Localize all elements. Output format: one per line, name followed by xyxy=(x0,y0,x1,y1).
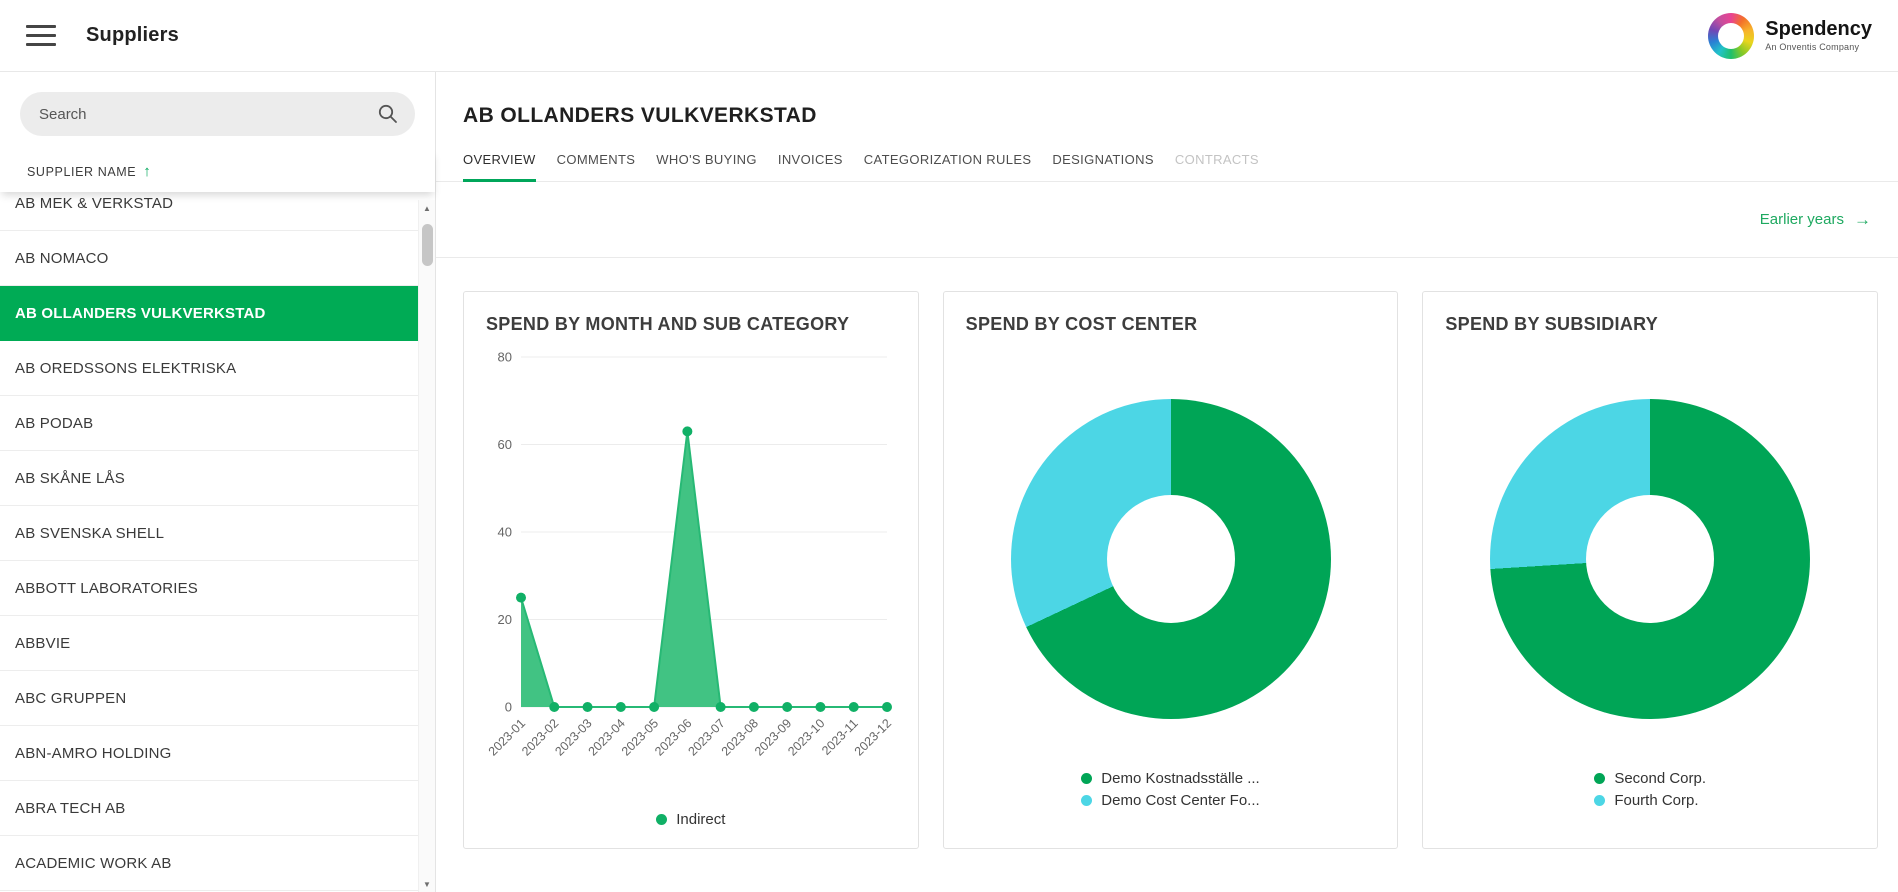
brand-tagline: An Onventis Company xyxy=(1765,42,1872,52)
search-input[interactable] xyxy=(20,92,415,136)
earlier-years-label: Earlier years xyxy=(1760,211,1844,228)
card-title: SPEND BY COST CENTER xyxy=(944,292,1398,335)
svg-text:80: 80 xyxy=(497,350,511,365)
area-chart[interactable]: 0204060802023-012023-022023-032023-04202… xyxy=(479,345,903,797)
sidebar-scrollbar[interactable]: ▲ ▼ xyxy=(418,200,435,892)
list-item[interactable]: AB SKÅNE LÅS xyxy=(0,451,418,506)
donut-hole xyxy=(1586,495,1714,623)
tab-contracts: CONTRACTS xyxy=(1175,152,1259,181)
legend-item[interactable]: Demo Kostnadsställe ... xyxy=(1081,770,1259,787)
sort-asc-icon[interactable]: ↑ xyxy=(143,164,151,179)
list-item[interactable]: AB OREDSSONS ELEKTRISKA xyxy=(0,341,418,396)
list-item[interactable]: AB SVENSKA SHELL xyxy=(0,506,418,561)
card-spend-by-cost-center: SPEND BY COST CENTER Demo Kostnadsställe… xyxy=(943,291,1399,849)
legend-item[interactable]: Second Corp. xyxy=(1594,770,1706,787)
svg-text:40: 40 xyxy=(497,525,511,540)
list-item[interactable]: ABRA TECH AB xyxy=(0,781,418,836)
legend-dot xyxy=(1081,773,1092,784)
sort-header[interactable]: SUPPLIER NAME ↑ xyxy=(0,150,435,192)
legend-label: Fourth Corp. xyxy=(1614,792,1698,809)
cards-row: SPEND BY MONTH AND SUB CATEGORY 0 20 40 60 8… xyxy=(436,258,1898,849)
area-legend: Indirect xyxy=(656,806,725,833)
area-legend-dot xyxy=(656,814,667,825)
legend-item[interactable]: Fourth Corp. xyxy=(1594,792,1706,809)
topbar: Suppliers Spendency An Onventis Company xyxy=(0,0,1898,72)
card-spend-by-month: SPEND BY MONTH AND SUB CATEGORY 0 20 40 60 8… xyxy=(463,291,919,849)
list-item[interactable]: ABBVIE xyxy=(0,616,418,671)
tab-who-s-buying[interactable]: WHO'S BUYING xyxy=(656,152,757,181)
brand-logo: Spendency An Onventis Company xyxy=(1708,13,1872,59)
legend-dot xyxy=(1594,773,1605,784)
list-item[interactable]: ABC GRUPPEN xyxy=(0,671,418,726)
donut-legend-2: Second Corp. Fourth Corp. xyxy=(1594,765,1706,814)
scrollbar-thumb[interactable] xyxy=(422,224,433,266)
search-container xyxy=(0,72,435,150)
tab-categorization-rules[interactable]: CATEGORIZATION RULES xyxy=(864,152,1032,181)
donut-legend-1: Demo Kostnadsställe ... Demo Cost Center … xyxy=(1081,765,1259,814)
legend-label: Second Corp. xyxy=(1614,770,1706,787)
spendency-ring-icon xyxy=(1708,13,1754,59)
supplier-sidebar: SUPPLIER NAME ↑ AB MEK & VERKSTADAB NOMA… xyxy=(0,72,436,892)
donut-2[interactable] xyxy=(1490,399,1810,719)
legend-item[interactable]: Indirect xyxy=(656,811,725,828)
list-item[interactable]: ABBOTT LABORATORIES xyxy=(0,561,418,616)
toolbar-row: Earlier years → xyxy=(436,182,1898,258)
tab-comments[interactable]: COMMENTS xyxy=(557,152,636,181)
svg-text:60: 60 xyxy=(497,437,511,452)
card-title: SPEND BY SUBSIDIARY xyxy=(1423,292,1877,335)
legend-label: Demo Cost Center Fo... xyxy=(1101,792,1259,809)
legend-label: Indirect xyxy=(676,811,725,828)
card-spend-by-subsidiary: SPEND BY SUBSIDIARY Second Corp. Fourth C… xyxy=(1422,291,1878,849)
svg-text:2023-10: 2023-10 xyxy=(785,716,827,758)
list-item[interactable]: AB PODAB xyxy=(0,396,418,451)
legend-dot xyxy=(1594,795,1605,806)
svg-text:0: 0 xyxy=(505,700,512,715)
list-item[interactable]: ACADEMIC WORK AB xyxy=(0,836,418,891)
app-title: Suppliers xyxy=(86,24,179,47)
legend-label: Demo Kostnadsställe ... xyxy=(1101,770,1259,787)
sort-label: SUPPLIER NAME xyxy=(27,165,136,179)
arrow-right-icon: → xyxy=(1854,211,1871,228)
main-panel: AB OLLANDERS VULKVERKSTAD OVERVIEW COMMEN… xyxy=(436,72,1898,892)
card-title: SPEND BY MONTH AND SUB CATEGORY xyxy=(464,292,918,335)
scroll-up-icon[interactable]: ▲ xyxy=(423,200,431,216)
supplier-list: AB MEK & VERKSTADAB NOMACOAB OLLANDERS V… xyxy=(0,192,435,892)
tab-overview[interactable]: OVERVIEW xyxy=(463,152,536,181)
svg-text:20: 20 xyxy=(497,612,511,627)
search-icon[interactable] xyxy=(377,103,399,125)
donut-hole xyxy=(1107,495,1235,623)
earlier-years-link[interactable]: Earlier years → xyxy=(1760,211,1871,228)
tab-designations[interactable]: DESIGNATIONS xyxy=(1052,152,1153,181)
legend-item[interactable]: Demo Cost Center Fo... xyxy=(1081,792,1259,809)
page-title: AB OLLANDERS VULKVERKSTAD xyxy=(463,104,1898,128)
tab-invoices[interactable]: INVOICES xyxy=(778,152,843,181)
tabs: OVERVIEW COMMENTS WHO'S BUYING INVOICES CATE… xyxy=(436,152,1898,182)
svg-text:2023-12: 2023-12 xyxy=(852,716,894,758)
legend-dot xyxy=(1081,795,1092,806)
list-item[interactable]: AB NOMACO xyxy=(0,231,418,286)
hamburger-menu-icon[interactable] xyxy=(26,21,56,50)
list-item[interactable]: ABN-AMRO HOLDING xyxy=(0,726,418,781)
list-item[interactable]: AB MEK & VERKSTAD xyxy=(0,192,418,231)
brand-name: Spendency xyxy=(1765,19,1872,40)
supplier-list-inner: AB MEK & VERKSTADAB NOMACOAB OLLANDERS V… xyxy=(0,192,435,891)
scroll-down-icon[interactable]: ▼ xyxy=(423,876,431,892)
donut-1[interactable] xyxy=(1011,399,1331,719)
area-chart-container: 0204060802023-012023-022023-032023-04202… xyxy=(479,345,903,802)
list-item[interactable]: AB OLLANDERS VULKVERKSTAD xyxy=(0,286,418,341)
